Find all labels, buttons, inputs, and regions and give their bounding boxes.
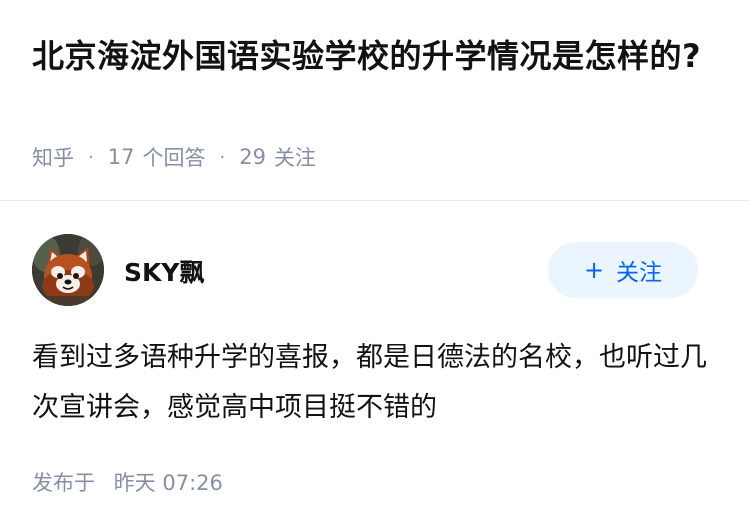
answer-content[interactable]: 看到过多语种升学的喜报，都是日德法的名校，也听过几次宣讲会，感觉高中项目挺不错的 bbox=[32, 333, 712, 433]
meta-separator: · bbox=[88, 146, 94, 168]
red-panda-avatar-icon bbox=[32, 234, 104, 306]
publish-prefix: 发布于 bbox=[32, 471, 95, 495]
answer-card: SKY飘 + 关注 看到过多语种升学的喜报，都是日德法的名校，也听过几次宣讲会，… bbox=[0, 201, 750, 532]
follow-count-label: 关注 bbox=[273, 146, 316, 170]
source-label: 知乎 bbox=[32, 146, 74, 170]
avatar[interactable] bbox=[32, 234, 104, 306]
meta-separator: · bbox=[219, 146, 226, 168]
follow-button-label: 关注 bbox=[616, 260, 663, 286]
answer-count: 17 bbox=[107, 145, 135, 169]
question-page: 北京海淀外国语实验学校的升学情况是怎样的? 知乎 · 17 个回答 · 29 关… bbox=[0, 0, 750, 532]
answer-publish-info: 发布于 昨天 07:26 bbox=[32, 467, 223, 497]
plus-icon: + bbox=[583, 256, 605, 284]
author-name[interactable]: SKY飘 bbox=[124, 253, 204, 289]
follow-button[interactable]: + 关注 bbox=[548, 242, 698, 298]
question-title[interactable]: 北京海淀外国语实验学校的升学情况是怎样的? bbox=[32, 30, 718, 82]
publish-time: 昨天 07:26 bbox=[113, 471, 223, 495]
follow-count: 29 bbox=[239, 145, 266, 169]
answer-count-label: 个回答 bbox=[142, 146, 206, 170]
question-meta: 知乎 · 17 个回答 · 29 关注 bbox=[32, 142, 316, 172]
